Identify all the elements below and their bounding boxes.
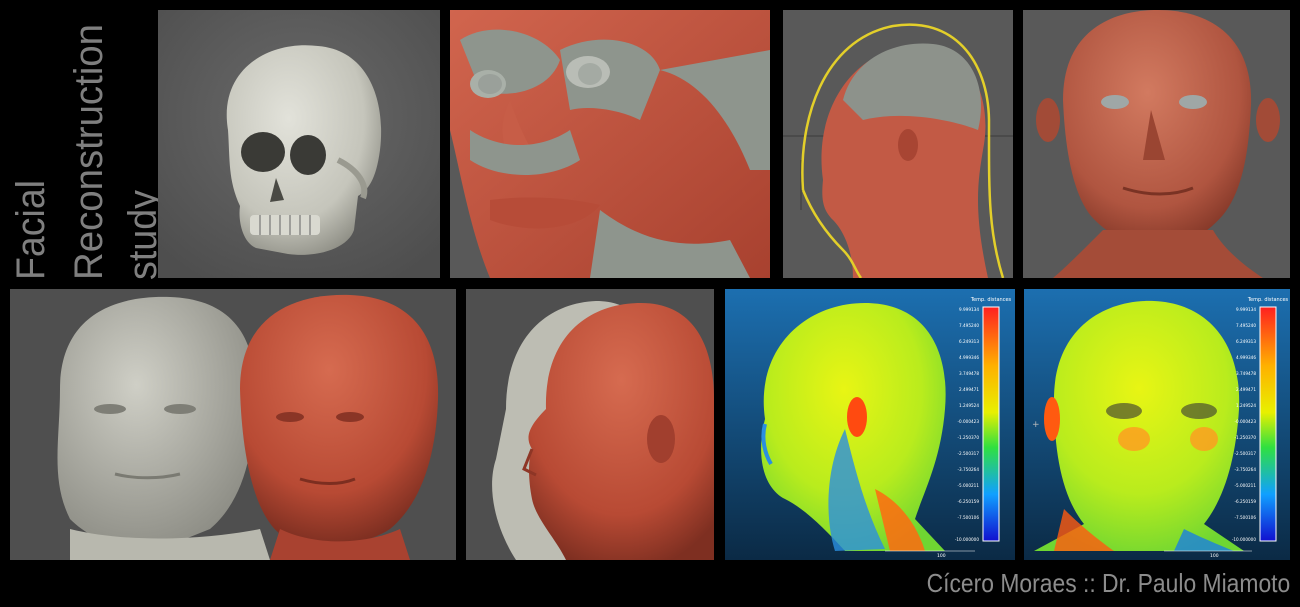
scale-label: -6.250159 bbox=[958, 499, 980, 504]
scale-label: 7.495240 bbox=[1236, 323, 1256, 328]
heatmap-scale-bar bbox=[1259, 306, 1277, 542]
panel-skull bbox=[158, 10, 440, 278]
scale-label: -5.000211 bbox=[958, 483, 980, 488]
muscles-render bbox=[450, 10, 770, 278]
panel-comparison-front bbox=[10, 289, 456, 560]
scale-label: 7.495240 bbox=[959, 323, 979, 328]
skull-render bbox=[158, 10, 440, 278]
heatmap-scale-title: Temp. distances bbox=[970, 297, 1012, 303]
panel-comparison-profile bbox=[466, 289, 714, 560]
final-head-render bbox=[1023, 10, 1290, 278]
scale-label: 9.999134 bbox=[1236, 307, 1256, 312]
heatmap-scale-title: Temp. distances bbox=[1247, 297, 1289, 303]
scale-label: -6.250159 bbox=[1235, 499, 1257, 504]
axis-tick-label: 100 bbox=[937, 553, 946, 559]
credit-text: Cícero Moraes :: Dr. Paulo Miamoto bbox=[926, 568, 1290, 598]
scale-label: -3.750264 bbox=[1235, 467, 1257, 472]
heatmap-front-render: + Temp. distances 9.999134 7.495240 6.24… bbox=[1024, 289, 1290, 560]
scale-label: 2.499471 bbox=[959, 387, 979, 392]
panel-final-head bbox=[1023, 10, 1290, 278]
profile-outline-render bbox=[783, 10, 1013, 278]
scale-label: 4.999346 bbox=[959, 355, 979, 360]
scale-label: 2.499471 bbox=[1236, 387, 1256, 392]
comparison-profile-render bbox=[466, 289, 714, 560]
scale-label: -1.250370 bbox=[958, 435, 980, 440]
scale-label: 9.999134 bbox=[959, 307, 979, 312]
panel-profile-outline bbox=[783, 10, 1013, 278]
scale-label: 3.749478 bbox=[1236, 371, 1256, 376]
scale-label: -10.000000 bbox=[955, 537, 979, 542]
scale-label: -7.500106 bbox=[958, 515, 980, 520]
scale-label: 3.749478 bbox=[959, 371, 979, 376]
scale-label: -2.500317 bbox=[958, 451, 980, 456]
scale-label: -2.500317 bbox=[1235, 451, 1257, 456]
heatmap-profile-render: Temp. distances 9.999134 7.495240 6.2493… bbox=[725, 289, 1015, 560]
scale-label: -1.250370 bbox=[1235, 435, 1257, 440]
heatmap-scale-bar bbox=[982, 306, 1000, 542]
scale-label: -3.750264 bbox=[958, 467, 980, 472]
scale-label: 6.249313 bbox=[959, 339, 979, 344]
axis-tick-label: 100 bbox=[1210, 553, 1219, 559]
scale-label: 6.249313 bbox=[1236, 339, 1256, 344]
scale-label: 1.249524 bbox=[1236, 403, 1256, 408]
svg-text:+: + bbox=[1032, 420, 1040, 430]
panel-muscles bbox=[450, 10, 770, 278]
scale-label: -0.000423 bbox=[958, 419, 980, 424]
title-line-1: Facial bbox=[9, 180, 53, 280]
scale-label: -5.000211 bbox=[1235, 483, 1257, 488]
scale-label: -7.500106 bbox=[1235, 515, 1257, 520]
scale-label: 4.999346 bbox=[1236, 355, 1256, 360]
scale-label: -0.000423 bbox=[1235, 419, 1257, 424]
comparison-front-render bbox=[10, 289, 456, 560]
scale-label: -10.000000 bbox=[1232, 537, 1256, 542]
vertical-title: Facial Reconstruction study bbox=[4, 16, 164, 282]
title-line-2: Reconstruction bbox=[67, 24, 111, 280]
scale-label: 1.249524 bbox=[959, 403, 979, 408]
panel-heatmap-front: + Temp. distances 9.999134 7.495240 6.24… bbox=[1024, 289, 1290, 560]
panel-heatmap-profile: Temp. distances 9.999134 7.495240 6.2493… bbox=[725, 289, 1015, 560]
